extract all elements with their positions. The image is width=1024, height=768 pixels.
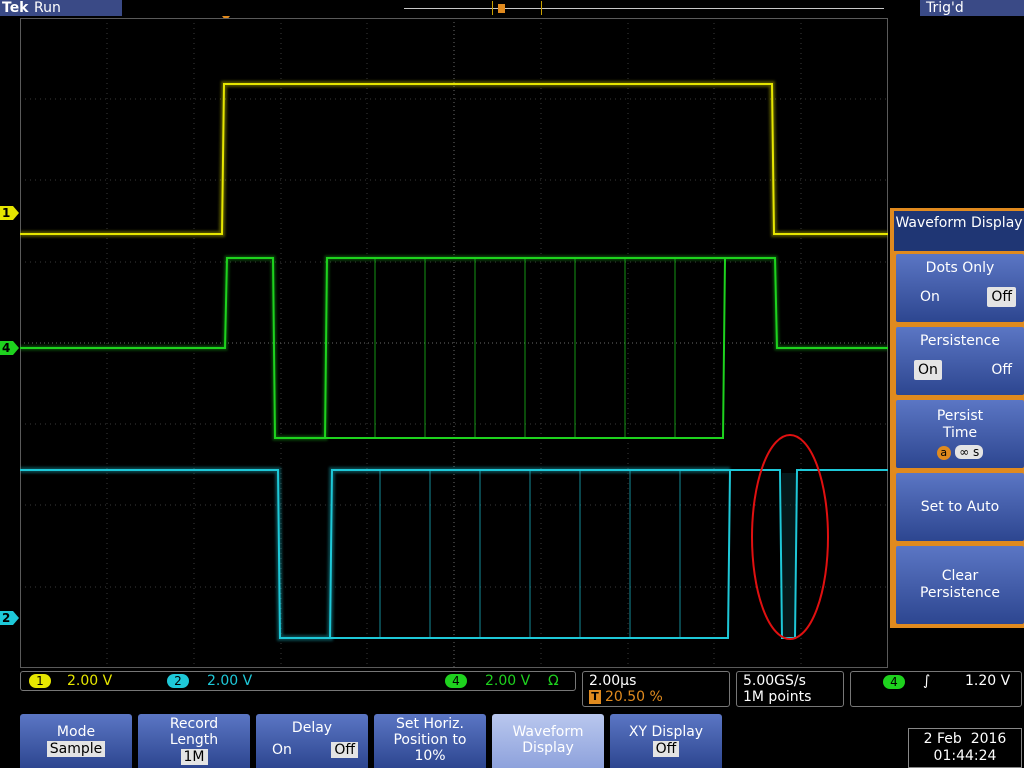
mode-button[interactable]: Mode Sample (20, 714, 132, 768)
date-time-display[interactable]: 2 Feb 2016 01:44:24 (908, 728, 1022, 768)
record-points: 1M points (743, 689, 812, 705)
dots-only-on[interactable]: On (916, 287, 944, 307)
timebase-readout[interactable]: 2.00µs T 20.50 % (582, 671, 730, 707)
sample-rate-readout[interactable]: 5.00GS/s 1M points (736, 671, 844, 707)
dots-only-label: Dots Only (925, 260, 995, 276)
trigger-position-icon: T (589, 690, 601, 704)
ch1-marker[interactable]: 1 (0, 205, 20, 221)
ch4-marker[interactable]: 4 (0, 340, 20, 356)
acquisition-state: Run (34, 0, 61, 16)
timebase-per-div: 2.00µs (589, 673, 637, 689)
xy-display-button[interactable]: XY Display Off (610, 714, 722, 768)
persistence-on[interactable]: On (914, 360, 942, 380)
multipurpose-knob-a-icon: a (936, 446, 951, 460)
record-length-button[interactable]: Record Length 1M (138, 714, 250, 768)
trigger-state: Trig'd (926, 0, 964, 16)
persist-time-label: Persist Time (936, 408, 984, 441)
ch2-marker-label: 2 (2, 611, 11, 625)
delay-on[interactable]: On (272, 742, 292, 758)
ch1-marker-label: 1 (2, 206, 11, 220)
channel-readout-bar: 1 2.00 V 2 2.00 V 4 2.00 V Ω (20, 671, 576, 691)
date: 2 Feb 2016 (923, 731, 1007, 747)
horizontal-position: 20.50 % (605, 689, 663, 705)
record-length-label: Record Length (169, 716, 219, 748)
sample-rate: 5.00GS/s (743, 673, 806, 689)
trigger-level: 1.20 V (965, 673, 1011, 689)
time: 01:44:24 (933, 748, 997, 764)
xy-display-label: XY Display (628, 724, 704, 740)
ch1-scale[interactable]: 2.00 V (67, 673, 112, 689)
side-menu-title: Waveform Display (894, 211, 1024, 251)
ch4-badge: 4 (445, 674, 467, 688)
set-horiz-position-button[interactable]: Set Horiz. Position to 10% (374, 714, 486, 768)
ch1-badge: 1 (29, 674, 51, 688)
xy-display-value: Off (652, 741, 680, 757)
side-menu: Waveform Display Dots Only On Off Persis… (890, 208, 1024, 628)
set-to-auto-button[interactable]: Set to Auto (896, 473, 1024, 541)
record-view-window (492, 1, 542, 15)
persistence-label: Persistence (919, 333, 1001, 349)
dots-only-off[interactable]: Off (987, 287, 1016, 307)
waveform-graticule (20, 18, 888, 668)
dots-only-button[interactable]: Dots Only On Off (896, 254, 1024, 322)
persist-time-value: ∞ s (955, 445, 984, 459)
ch2-marker[interactable]: 2 (0, 610, 20, 626)
mode-value: Sample (46, 741, 106, 757)
ch2-badge: 2 (167, 674, 189, 688)
waveform-display-label: Waveform Display (512, 724, 584, 756)
persist-time-button[interactable]: Persist Time a ∞ s (896, 400, 1024, 468)
persistence-button[interactable]: Persistence On Off (896, 327, 1024, 395)
set-to-auto-label: Set to Auto (920, 499, 1000, 515)
delay-button[interactable]: Delay On Off (256, 714, 368, 768)
trigger-source-badge: 4 (883, 675, 905, 689)
ch4-scale[interactable]: 2.00 V (485, 673, 530, 689)
waveform-display-button[interactable]: Waveform Display (492, 714, 604, 768)
set-horiz-position-label: Set Horiz. Position to 10% (393, 716, 467, 764)
record-length-line (404, 8, 884, 9)
clear-persistence-button[interactable]: Clear Persistence (896, 546, 1024, 624)
ch2-scale[interactable]: 2.00 V (207, 673, 252, 689)
status-bar: Tek Run Trig'd (0, 0, 1024, 16)
brand-logo: Tek (2, 0, 29, 16)
persistence-off[interactable]: Off (987, 360, 1016, 380)
delay-label: Delay (291, 720, 333, 736)
ch4-marker-label: 4 (2, 341, 11, 355)
ch4-coupling-icon: Ω (548, 673, 559, 689)
clear-persistence-label: Clear Persistence (919, 568, 1001, 601)
record-length-value: 1M (180, 749, 208, 765)
trigger-readout[interactable]: 4 ∫ 1.20 V (850, 671, 1022, 707)
delay-off[interactable]: Off (331, 742, 358, 758)
record-view-bar (122, 0, 920, 16)
mode-label: Mode (56, 724, 96, 740)
trigger-slope-icon: ∫ (923, 673, 931, 689)
